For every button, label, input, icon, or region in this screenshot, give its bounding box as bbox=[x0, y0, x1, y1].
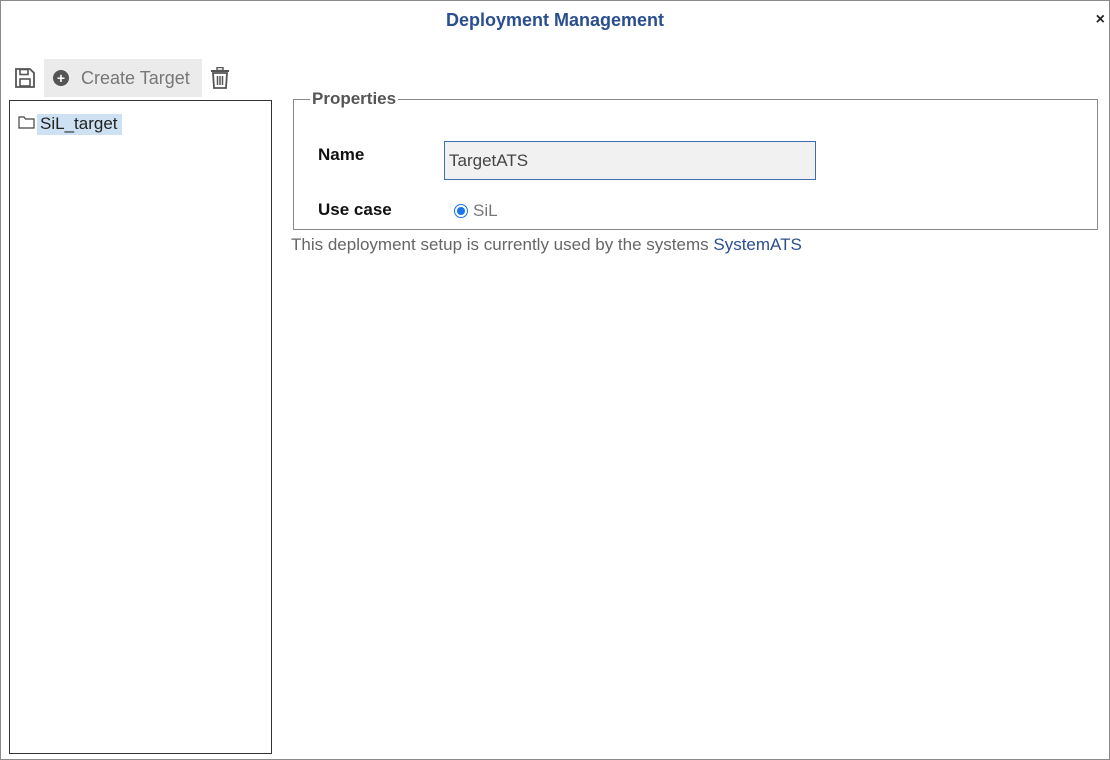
radio-button[interactable] bbox=[454, 204, 468, 218]
tree-item-label: SiL_target bbox=[37, 114, 122, 135]
use-case-sil-label: SiL bbox=[473, 201, 498, 220]
close-button[interactable]: × bbox=[1096, 11, 1105, 29]
use-case-sil-radio[interactable]: SiL bbox=[454, 201, 498, 221]
plus-circle-icon: + bbox=[53, 70, 69, 86]
properties-legend: Properties bbox=[312, 89, 397, 108]
toolbar: + Create Target bbox=[13, 59, 232, 97]
trash-icon[interactable] bbox=[208, 66, 232, 90]
target-tree: SiL_target bbox=[9, 100, 272, 754]
name-input[interactable] bbox=[444, 141, 816, 180]
usage-info-text: This deployment setup is currently used … bbox=[291, 235, 709, 254]
create-target-label: Create Target bbox=[81, 67, 190, 88]
save-icon[interactable] bbox=[13, 66, 37, 90]
properties-panel: Properties Name Use case SiL bbox=[293, 89, 1098, 230]
create-target-button[interactable]: + Create Target bbox=[44, 59, 202, 97]
deployment-management-dialog: Deployment Management × + Create Target bbox=[0, 0, 1110, 760]
tree-item-sil-target[interactable]: SiL_target bbox=[18, 114, 122, 135]
use-case-label: Use case bbox=[318, 200, 392, 219]
usage-info: This deployment setup is currently used … bbox=[291, 235, 802, 255]
dialog-title: Deployment Management bbox=[445, 10, 665, 30]
system-link[interactable]: SystemATS bbox=[713, 235, 801, 254]
folder-icon bbox=[18, 115, 35, 134]
name-label: Name bbox=[318, 145, 365, 164]
